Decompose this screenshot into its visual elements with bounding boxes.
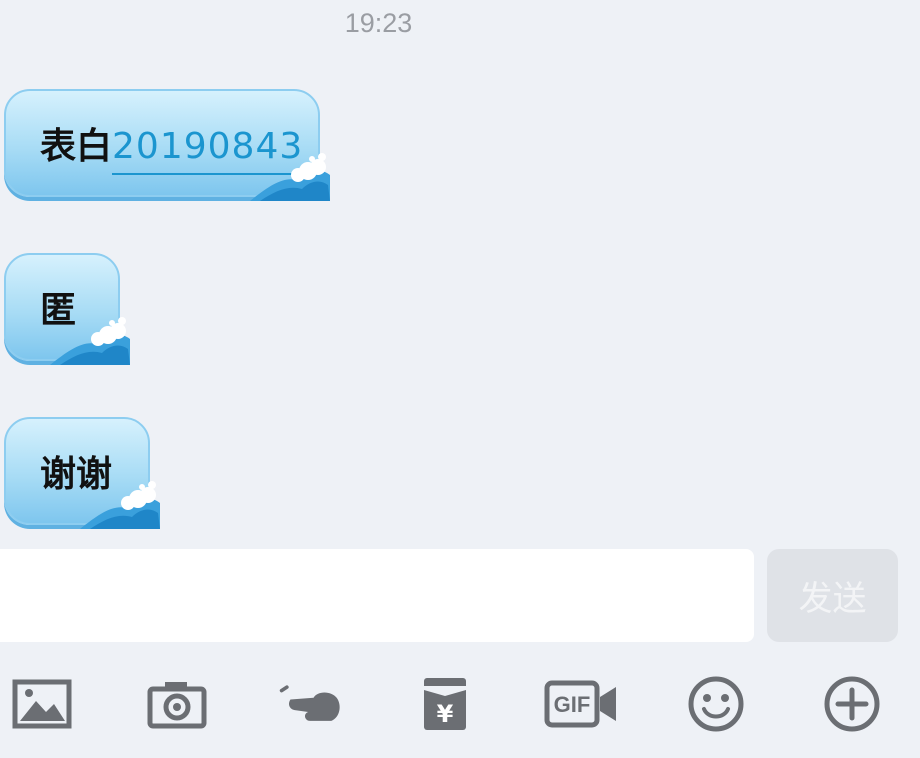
message-bubble[interactable]: 匿 <box>4 253 130 365</box>
wave-decoration-icon <box>50 317 130 365</box>
wave-decoration-icon <box>250 153 330 201</box>
emoji-icon[interactable] <box>684 674 748 734</box>
poke-icon[interactable] <box>278 674 342 734</box>
red-packet-symbol: ¥ <box>437 700 454 728</box>
message-bubble[interactable]: 表白20190843 <box>4 89 330 201</box>
chat-screen: 19:23 表白20190843 匿 谢谢 发送 ¥ GIF <box>0 0 920 758</box>
message-prefix: 表白 <box>40 125 113 167</box>
wave-decoration-icon <box>80 481 160 529</box>
gif-label: GIF <box>554 692 591 717</box>
image-icon[interactable] <box>10 674 74 734</box>
message-input[interactable] <box>0 549 754 642</box>
camera-icon[interactable] <box>145 674 209 734</box>
send-button[interactable]: 发送 <box>767 549 898 642</box>
message-timestamp: 19:23 <box>344 8 413 38</box>
gif-icon[interactable]: GIF <box>544 674 618 734</box>
plus-icon[interactable] <box>820 674 884 734</box>
chat-toolbar: ¥ GIF <box>0 660 920 758</box>
red-packet-icon[interactable]: ¥ <box>413 674 477 734</box>
message-bubble[interactable]: 谢谢 <box>4 417 160 529</box>
